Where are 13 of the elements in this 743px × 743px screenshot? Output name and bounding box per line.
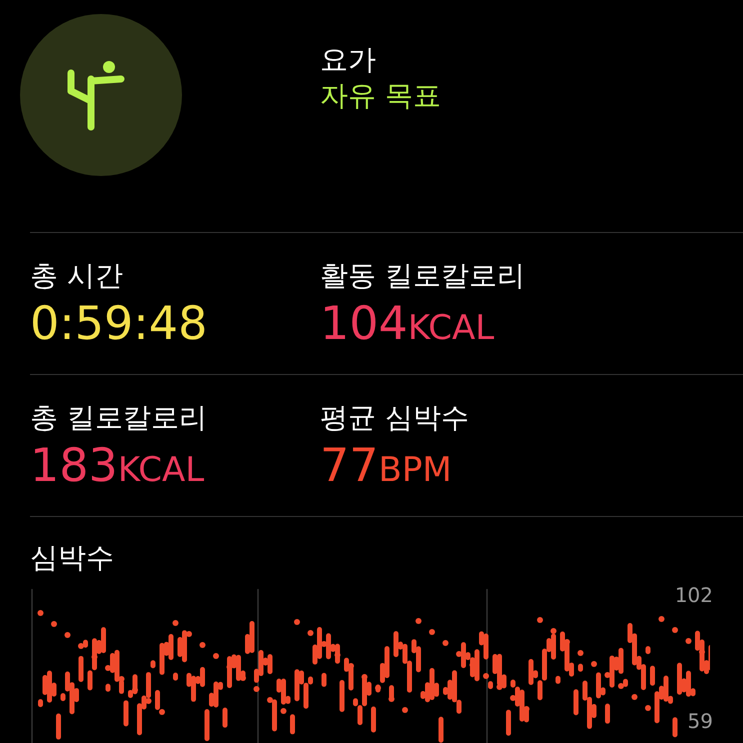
stat-value: 183 KCAL <box>30 437 204 494</box>
stat-value: 0:59:48 <box>30 295 208 351</box>
stat-value: 104KCAL <box>320 295 494 352</box>
chart-title: 심박수 <box>30 540 115 576</box>
stat-label: 평균 심박수 <box>320 400 469 436</box>
axis-max-label: 102 <box>674 583 713 607</box>
stat-label: 총 킬로칼로리 <box>30 400 207 436</box>
stat-label: 활동 킬로칼로리 <box>320 258 525 294</box>
stat-value: 77BPM <box>320 437 452 494</box>
workout-goal: 자유 목표 <box>320 78 441 114</box>
axis-min-label: 59 <box>688 709 713 733</box>
workout-title: 요가 <box>320 42 377 78</box>
stat-label: 총 시간 <box>30 258 123 294</box>
